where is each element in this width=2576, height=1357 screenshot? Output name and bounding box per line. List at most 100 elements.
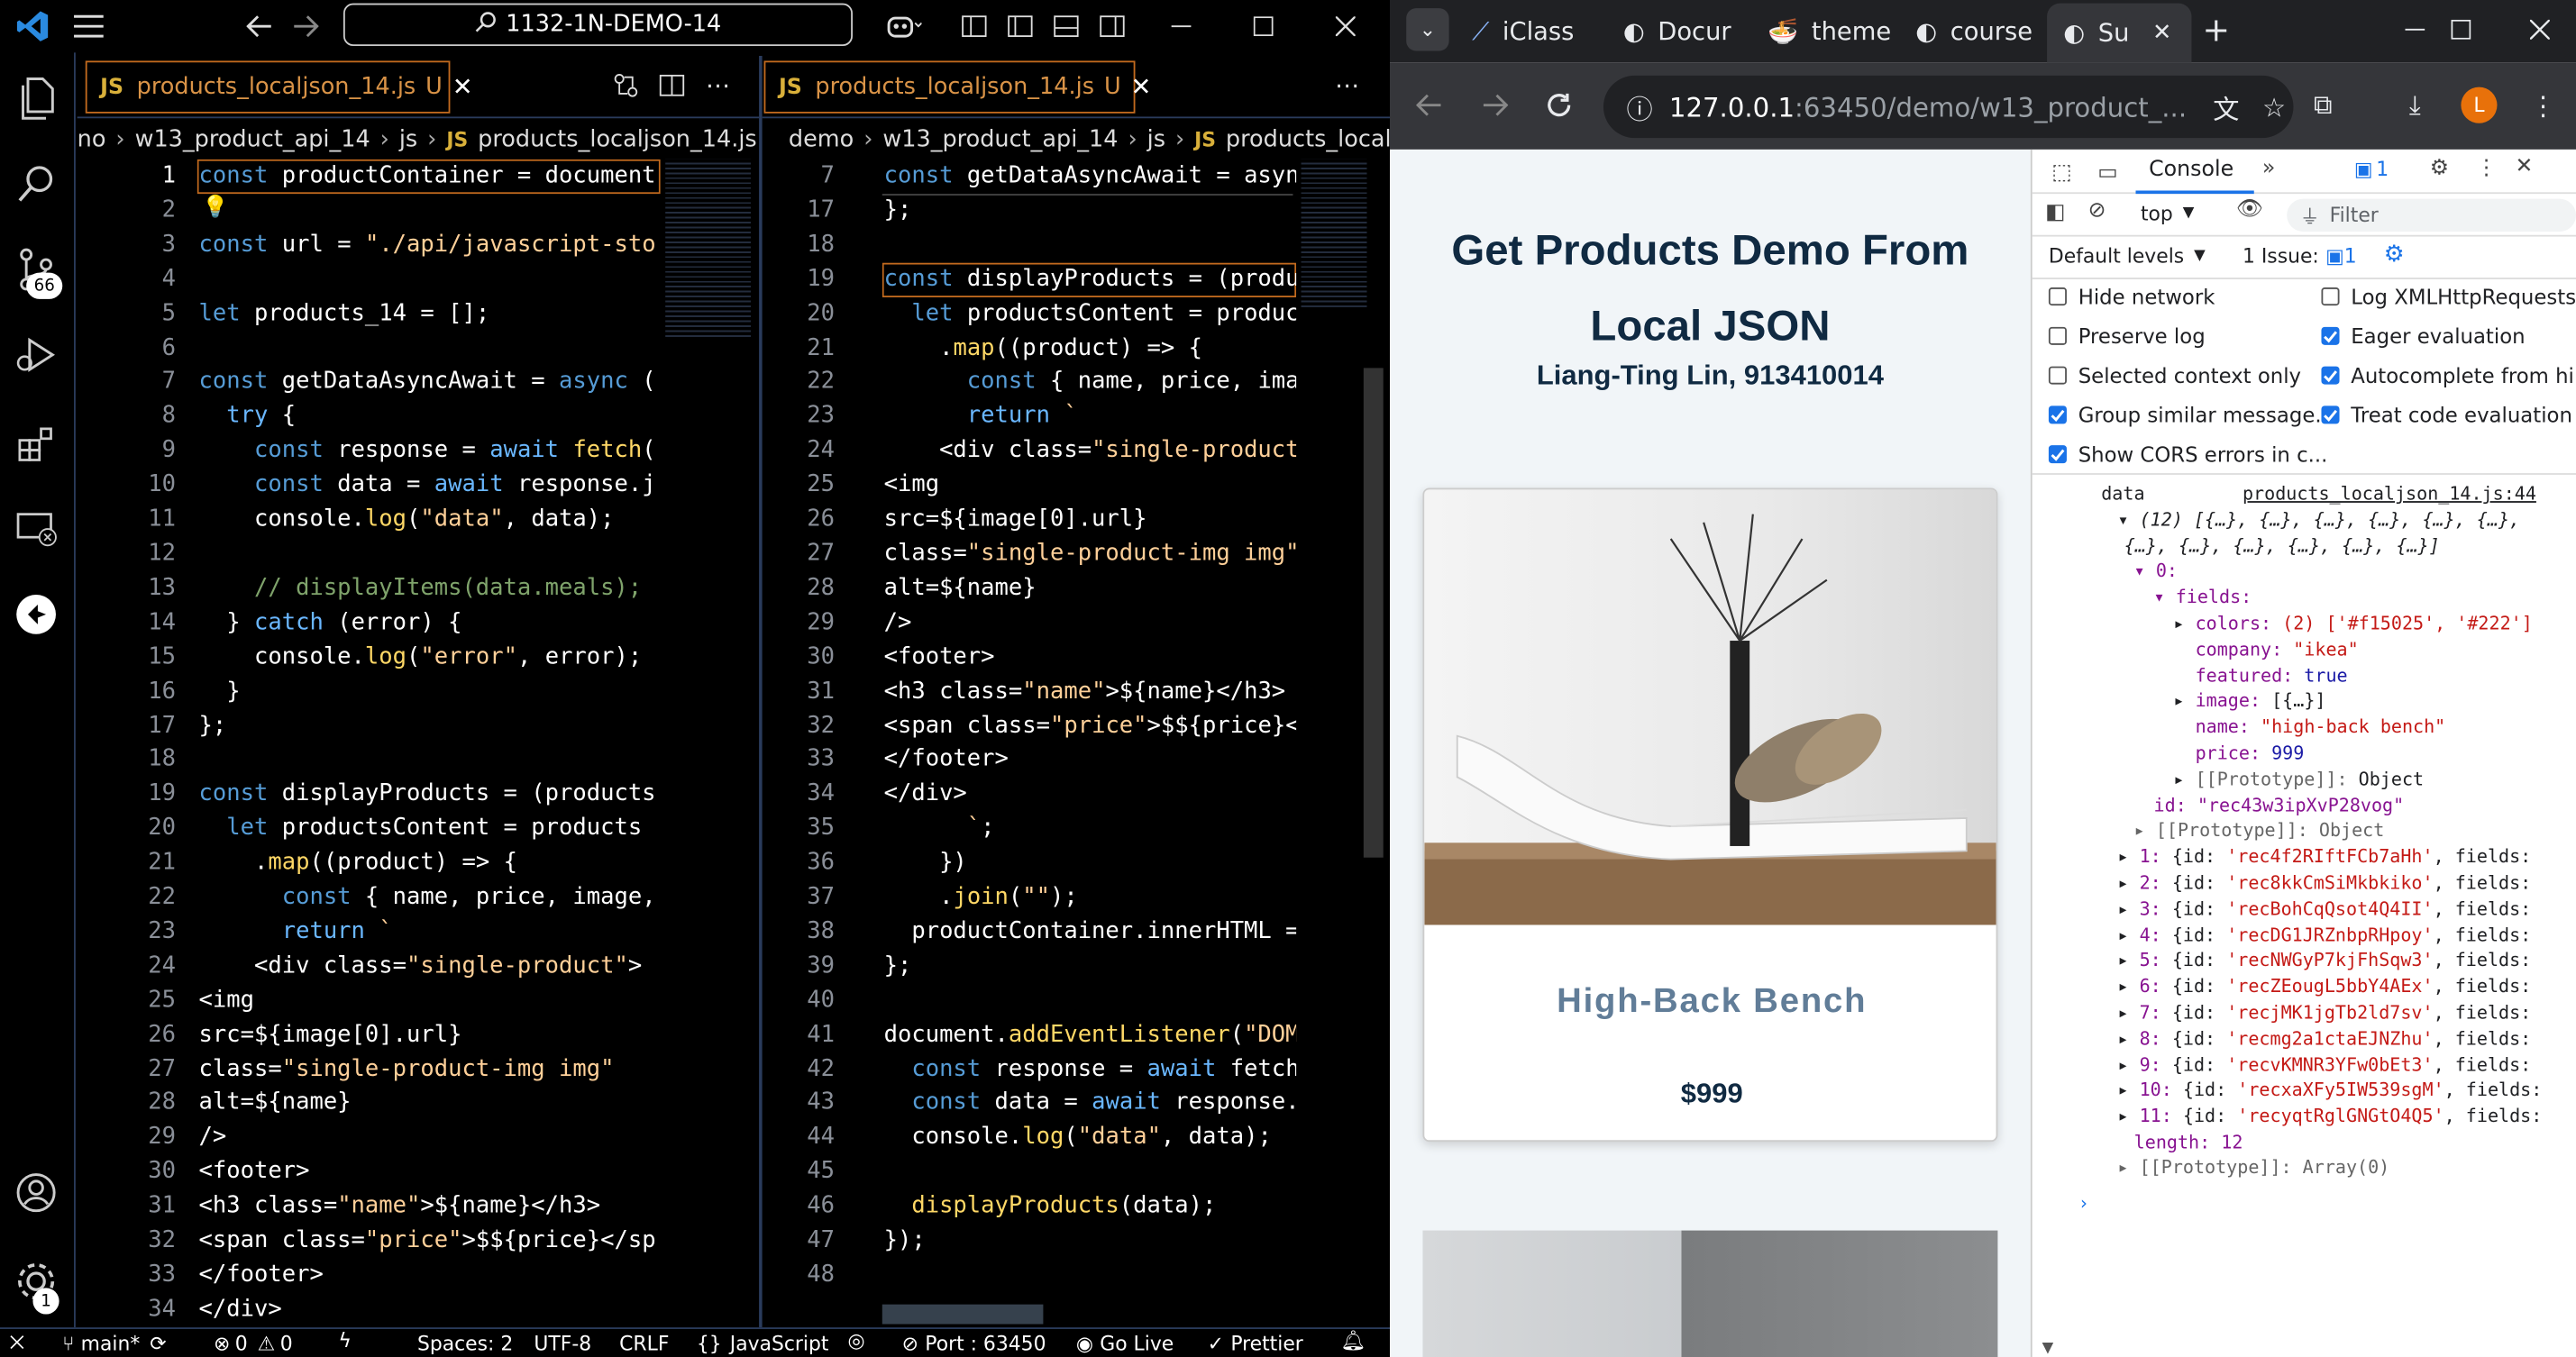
close-devtools-icon[interactable]: ✕: [2516, 154, 2534, 178]
minimap-left[interactable]: [665, 159, 751, 341]
breadcrumb-item[interactable]: w13_product_api_14: [882, 126, 1118, 152]
forward-icon[interactable]: [1475, 86, 1515, 125]
inspect-element-icon[interactable]: ⬚: [2045, 156, 2078, 188]
new-tab-icon[interactable]: +: [2195, 8, 2237, 50]
chrome-tab-1[interactable]: ◐ Docur: [1623, 6, 1755, 56]
breadcrumb-item[interactable]: no: [78, 126, 106, 152]
array-item-row[interactable]: ▸ 7: {id: 'recjMK1jgTb2ld7sv', fields:: [2117, 1000, 2542, 1026]
bookmark-star-icon[interactable]: ☆: [2262, 91, 2286, 123]
more-tabs-icon[interactable]: »: [2262, 156, 2276, 180]
search-view-icon[interactable]: [10, 158, 62, 210]
field-row[interactable]: company: "ikea": [2173, 637, 2532, 663]
console-setting[interactable]: Eager evaluation: [2321, 323, 2526, 349]
menu-icon[interactable]: [69, 6, 109, 46]
maximize-icon[interactable]: [1242, 6, 1284, 46]
console-setting[interactable]: Hide network: [2048, 284, 2215, 309]
lightning-icon[interactable]: ϟ: [338, 1329, 351, 1352]
breadcrumb-item[interactable]: js: [1147, 126, 1165, 152]
minimap-right[interactable]: [1301, 159, 1367, 307]
chrome-tab-3[interactable]: ◐ course: [1915, 6, 2047, 56]
vertical-scrollbar-thumb[interactable]: [1363, 368, 1384, 858]
field-row[interactable]: featured: true: [2173, 663, 2532, 689]
command-center-search[interactable]: 1132-1N-DEMO-14: [343, 3, 853, 47]
close-window-icon[interactable]: [1324, 6, 1366, 46]
split-editor-icon[interactable]: [655, 69, 688, 102]
console-setting[interactable]: Show CORS errors in c...: [2048, 442, 2327, 467]
checkbox[interactable]: [2048, 405, 2067, 424]
site-info-icon[interactable]: ⓘ: [1626, 87, 1652, 127]
compare-changes-icon[interactable]: [609, 69, 642, 102]
forward-arrow-icon[interactable]: [286, 6, 325, 46]
account-icon[interactable]: [10, 1166, 62, 1218]
breadcrumb-item[interactable]: demo: [789, 126, 854, 152]
prettier-indicator[interactable]: ✓ Prettier: [1208, 1329, 1303, 1357]
log-source-link[interactable]: products_localjson_14.js:44: [2243, 481, 2536, 507]
array-item-row[interactable]: ▸ 9: {id: 'recvKMNR3YFw0bEt3', fields:: [2117, 1052, 2542, 1079]
minimize-icon[interactable]: [1160, 6, 1202, 46]
console-setting[interactable]: Selected context only: [2048, 363, 2301, 387]
horizontal-scrollbar-thumb[interactable]: [882, 1304, 1044, 1325]
copilot-status-icon[interactable]: ◎: [848, 1329, 865, 1352]
breadcrumb-item[interactable]: products_localjsor: [1226, 126, 1390, 152]
field-row[interactable]: ▸ image: [{…}]: [2173, 689, 2532, 715]
translate-icon[interactable]: 文: [2213, 87, 2239, 127]
profile-avatar[interactable]: L: [2461, 87, 2498, 123]
checkbox[interactable]: [2048, 287, 2067, 306]
breadcrumb-item[interactable]: js: [399, 126, 417, 152]
notifications-bell-icon[interactable]: 🔔︎: [1340, 1329, 1366, 1352]
toggle-secondary-sidebar-icon[interactable]: [1096, 6, 1128, 46]
reload-icon[interactable]: [1539, 86, 1579, 125]
checkbox[interactable]: [2321, 366, 2340, 385]
more-actions-icon[interactable]: ⋯: [701, 69, 734, 102]
sync-icon[interactable]: ⟳: [150, 1333, 166, 1356]
extensions-icon[interactable]: [10, 417, 62, 469]
field-row[interactable]: name: "high-back bench": [2173, 715, 2532, 741]
console-settings-gear-icon[interactable]: ⚙: [2384, 241, 2405, 268]
encoding-indicator[interactable]: UTF-8: [534, 1333, 591, 1356]
item-0-row[interactable]: ▾ 0:: [2134, 560, 2178, 586]
chrome-menu-icon[interactable]: ⋮: [2524, 86, 2563, 125]
array-item-row[interactable]: ▸ 4: {id: 'recDG1JRZnbpRHpoy', fields:: [2117, 923, 2542, 949]
context-selector[interactable]: top ▼: [2141, 202, 2194, 225]
checkbox[interactable]: [2048, 366, 2067, 385]
remote-explorer-icon[interactable]: [10, 503, 62, 555]
console-setting[interactable]: Log XMLHttpRequests: [2321, 284, 2576, 309]
levels-dropdown[interactable]: Default levels ▼: [2049, 245, 2206, 269]
issues-badge[interactable]: ▣ 1: [2354, 158, 2389, 181]
extensions-puzzle-icon[interactable]: ⧉: [2303, 86, 2343, 125]
tab-console[interactable]: Console: [2135, 150, 2254, 195]
issues-button[interactable]: 1 Issue: ▣ 1: [2243, 245, 2357, 269]
copilot-icon[interactable]: [874, 6, 934, 46]
port-indicator[interactable]: ⊘ Port : 63450: [902, 1329, 1046, 1357]
array-item-row[interactable]: ▸ 3: {id: 'recBohCqQsot4Q4II', fields:: [2117, 897, 2542, 923]
array-summary[interactable]: ▾ (12) [{…}, {…}, {…}, {…}, {…}, {…},: [2117, 507, 2520, 533]
array-item-row[interactable]: ▸ 5: {id: 'recNWGyP7kjFhSqw3', fields:: [2117, 949, 2542, 975]
console-setting[interactable]: Preserve log: [2048, 323, 2206, 349]
go-live-button[interactable]: ◉ Go Live: [1076, 1329, 1174, 1357]
tab-close-icon[interactable]: ✕: [1131, 72, 1152, 102]
clear-console-icon[interactable]: ⊘: [2088, 199, 2106, 223]
checkbox[interactable]: [2321, 287, 2340, 306]
devtools-menu-icon[interactable]: ⋮: [2476, 156, 2498, 180]
code-area-left[interactable]: const productContainer = document const …: [196, 159, 661, 1327]
back-arrow-icon[interactable]: [240, 6, 279, 46]
console-prompt-icon[interactable]: ›: [2078, 1191, 2089, 1217]
tab-products-localjson-right[interactable]: JS products_localjson_14.js U ✕: [763, 60, 1151, 114]
array-prototype-row[interactable]: ▸ [[Prototype]]: Array(0): [2117, 1155, 2389, 1181]
item-0-prototype-row[interactable]: ▸ [[Prototype]]: Object: [2134, 819, 2385, 845]
console-filter-input[interactable]: ⏚ Filter: [2287, 198, 2576, 232]
toggle-primary-sidebar-icon[interactable]: [1004, 6, 1037, 46]
array-item-row[interactable]: ▸ 1: {id: 'rec4f2RIftFCb7aHh', fields:: [2117, 844, 2542, 870]
code-area-right[interactable]: const getDataAsyncAwait = asyn}; const d…: [882, 159, 1297, 1327]
maximize-icon[interactable]: [2442, 10, 2481, 50]
address-bar[interactable]: ⓘ 127.0.0.1 :63450/demo/w13_product_... …: [1603, 75, 2294, 139]
eol-indicator[interactable]: CRLF: [619, 1333, 669, 1356]
array-item-row[interactable]: ▸ 8: {id: 'recmg2a1ctaEJNZhu', fields:: [2117, 1026, 2542, 1052]
chrome-tab-active[interactable]: ◐ Su ✕: [2047, 3, 2192, 63]
tab-close-icon[interactable]: ✕: [2152, 20, 2171, 46]
array-item-row[interactable]: ▸ 6: {id: 'recZEougL5bbY4AEx', fields:: [2117, 974, 2542, 1000]
toggle-panel-icon[interactable]: [1050, 6, 1082, 46]
indentation-indicator[interactable]: Spaces: 2: [417, 1333, 513, 1356]
back-icon[interactable]: [1410, 86, 1449, 125]
chrome-tab-2[interactable]: 🍜 theme: [1768, 6, 1899, 56]
